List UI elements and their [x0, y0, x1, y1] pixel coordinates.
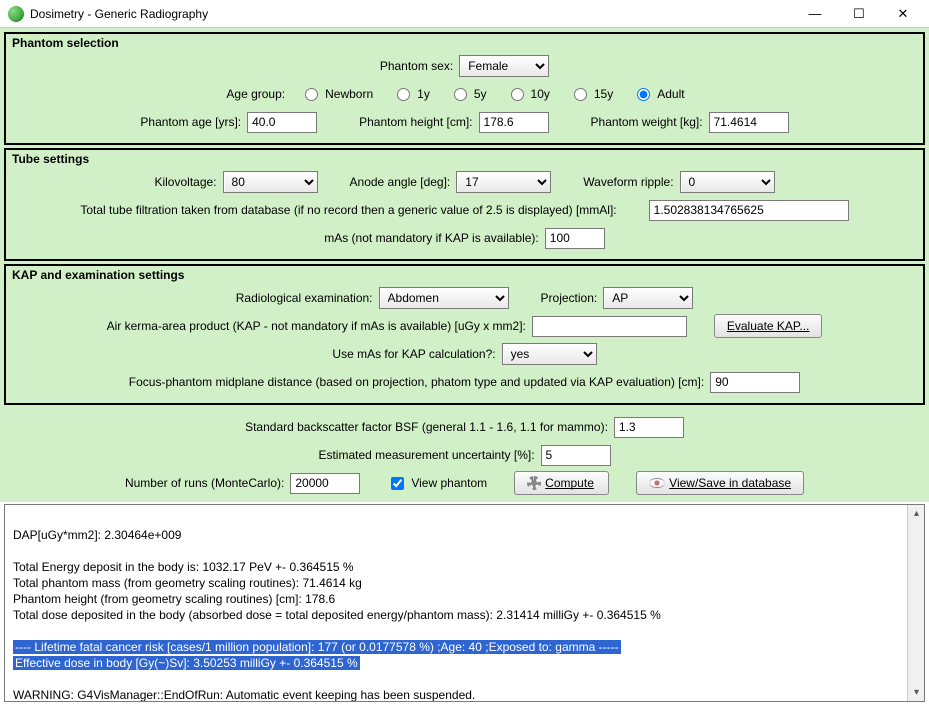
phantom-sex-label: Phantom sex:: [380, 59, 453, 73]
eye-icon: [649, 478, 665, 488]
compute-button[interactable]: Compute: [514, 471, 609, 495]
anode-select[interactable]: 17: [456, 171, 551, 193]
unc-label: Estimated measurement uncertainty [%]:: [318, 448, 534, 462]
age-group-10y[interactable]: 10y: [511, 87, 550, 101]
age-group-adult[interactable]: Adult: [637, 87, 684, 101]
ripple-label: Waveform ripple:: [583, 175, 673, 189]
phantom-height-label: Phantom height [cm]:: [359, 115, 472, 129]
close-button[interactable]: ✕: [881, 1, 925, 27]
log-highlight-2: Effective dose in body [Gy(~)Sv]: 3.5025…: [13, 656, 360, 670]
view-save-button[interactable]: View/Save in database: [636, 471, 804, 495]
window-title: Dosimetry - Generic Radiography: [30, 7, 793, 21]
phantom-age-input[interactable]: [247, 112, 317, 133]
bsf-input[interactable]: [614, 417, 684, 438]
log-area: DAP[uGy*mm2]: 2.30464e+009 Total Energy …: [4, 504, 925, 702]
mas-input[interactable]: [545, 228, 605, 249]
age-group-label: Age group:: [226, 87, 285, 101]
kap-panel-title: KAP and examination settings: [12, 268, 917, 282]
kap-panel: KAP and examination settings Radiologica…: [4, 264, 925, 405]
titlebar: Dosimetry - Generic Radiography ― ☐ ✕: [0, 0, 929, 28]
fpd-label: Focus-phantom midplane distance (based o…: [129, 375, 704, 389]
evaluate-kap-button[interactable]: Evaluate KAP...: [714, 314, 823, 338]
minimize-button[interactable]: ―: [793, 1, 837, 27]
runs-input[interactable]: [290, 473, 360, 494]
log-text[interactable]: DAP[uGy*mm2]: 2.30464e+009 Total Energy …: [5, 505, 924, 702]
use-mas-label: Use mAs for KAP calculation?:: [332, 347, 495, 361]
filtration-label: Total tube filtration taken from databas…: [80, 203, 616, 217]
tube-panel: Tube settings Kilovoltage: 80 Anode angl…: [4, 148, 925, 261]
fpd-input[interactable]: [710, 372, 800, 393]
bsf-label: Standard backscatter factor BSF (general…: [245, 420, 608, 434]
proj-select[interactable]: AP: [603, 287, 693, 309]
mas-label: mAs (not mandatory if KAP is available):: [324, 231, 539, 245]
phantom-weight-input[interactable]: [709, 112, 789, 133]
kv-select[interactable]: 80: [223, 171, 318, 193]
log-highlight-1: ---- Lifetime fatal cancer risk [cases/1…: [13, 640, 621, 654]
phantom-height-input[interactable]: [479, 112, 549, 133]
log-scrollbar[interactable]: ▴ ▾: [907, 505, 924, 701]
scroll-up-icon[interactable]: ▴: [908, 505, 925, 522]
maximize-button[interactable]: ☐: [837, 1, 881, 27]
kap-input[interactable]: [532, 316, 687, 337]
ripple-select[interactable]: 0: [680, 171, 775, 193]
phantom-panel-title: Phantom selection: [12, 36, 917, 50]
use-mas-select[interactable]: yes: [502, 343, 597, 365]
anode-label: Anode angle [deg]:: [350, 175, 451, 189]
proj-label: Projection:: [541, 291, 598, 305]
unc-input[interactable]: [541, 445, 611, 466]
gear-icon: [527, 476, 541, 490]
runs-label: Number of runs (MonteCarlo):: [125, 476, 284, 490]
tube-panel-title: Tube settings: [12, 152, 917, 166]
scroll-down-icon[interactable]: ▾: [908, 684, 925, 701]
extra-panel: Standard backscatter factor BSF (general…: [4, 408, 925, 500]
phantom-age-label: Phantom age [yrs]:: [140, 115, 241, 129]
phantom-panel: Phantom selection Phantom sex: Female Ag…: [4, 32, 925, 145]
app-icon: [8, 6, 24, 22]
filtration-input[interactable]: [649, 200, 849, 221]
view-phantom-checkbox[interactable]: View phantom: [387, 474, 487, 493]
phantom-sex-select[interactable]: Female: [459, 55, 549, 77]
age-group-1y[interactable]: 1y: [397, 87, 430, 101]
window-controls: ― ☐ ✕: [793, 1, 925, 27]
kap-label: Air kerma-area product (KAP - not mandat…: [107, 319, 526, 333]
exam-select[interactable]: Abdomen: [379, 287, 509, 309]
kv-label: Kilovoltage:: [154, 175, 216, 189]
age-group-newborn[interactable]: Newborn: [305, 87, 373, 101]
phantom-weight-label: Phantom weight [kg]:: [591, 115, 703, 129]
exam-label: Radiological examination:: [236, 291, 373, 305]
age-group-15y[interactable]: 15y: [574, 87, 613, 101]
age-group-5y[interactable]: 5y: [454, 87, 487, 101]
